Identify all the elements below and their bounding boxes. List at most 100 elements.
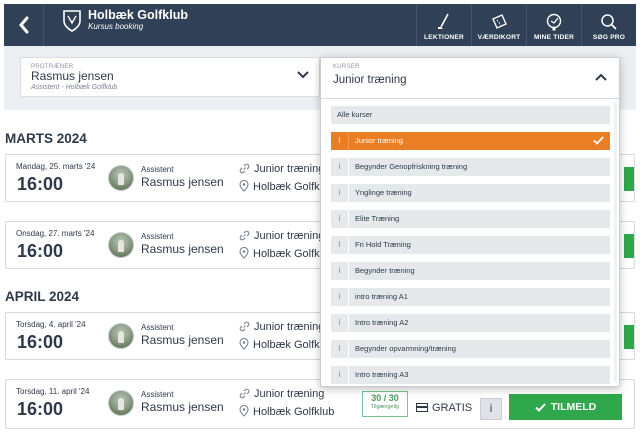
signup-button-edge[interactable] bbox=[624, 234, 634, 258]
session-time: 16:00 bbox=[17, 241, 64, 261]
course-option-label: Junior træning bbox=[355, 136, 403, 145]
capacity-label: Tilgængelig bbox=[370, 404, 400, 410]
session-date: Torsdag, 11. april '24 bbox=[16, 387, 90, 396]
course-option[interactable]: i Begynder Genopfriskning træning bbox=[331, 158, 610, 176]
nav-buttons: LEKTIONER VÆRDIKORT MINE TIDER SØG PRO bbox=[416, 4, 636, 46]
club-brand[interactable]: Holbæk Golfklub Kursus booking bbox=[62, 8, 188, 33]
price-row: GRATIS bbox=[416, 402, 472, 414]
course-name: Junior træning bbox=[254, 388, 325, 400]
dropdown-divider bbox=[321, 98, 619, 99]
course-selected-value: Junior træning bbox=[333, 74, 407, 86]
check-icon bbox=[535, 402, 546, 412]
session-time: 16:00 bbox=[17, 174, 64, 194]
trainer-name: Rasmus jensen bbox=[141, 175, 224, 189]
session-time: 16:00 bbox=[17, 332, 64, 352]
back-button[interactable] bbox=[4, 4, 44, 46]
course-option-label: Intro træning A2 bbox=[355, 318, 409, 327]
course-option[interactable]: i Elite Træning bbox=[331, 210, 610, 228]
course-row: Junior træning bbox=[239, 388, 324, 400]
course-caption: KURSER bbox=[333, 64, 360, 70]
check-icon bbox=[593, 136, 604, 145]
course-option-label: Begynder træning bbox=[355, 266, 415, 275]
month-heading: APRIL 2024 bbox=[5, 289, 80, 304]
course-option[interactable]: i Ynglinge træning bbox=[331, 184, 610, 202]
course-option[interactable]: i Intro træning A3 bbox=[331, 366, 610, 384]
location-pin-icon bbox=[239, 246, 249, 259]
club-crest-icon bbox=[63, 10, 81, 32]
signup-button[interactable]: TILMELD bbox=[509, 394, 622, 420]
info-icon[interactable]: i bbox=[331, 184, 349, 202]
location-pin-icon bbox=[239, 179, 249, 192]
nav-vaerdikort-label: VÆRDIKORT bbox=[477, 34, 521, 41]
info-icon[interactable]: i bbox=[331, 288, 349, 306]
signup-button-edge[interactable] bbox=[624, 325, 634, 349]
info-icon[interactable]: i bbox=[331, 132, 349, 150]
location-name: Holbæk Golfklub bbox=[253, 406, 335, 418]
course-name: Junior træning bbox=[254, 230, 325, 242]
link-icon bbox=[239, 163, 250, 174]
trainer-avatar bbox=[108, 390, 134, 416]
trainer-role: Assistent bbox=[141, 323, 174, 332]
session-date: Onsdag, 27. marts '24 bbox=[16, 229, 95, 238]
course-row: Junior træning bbox=[239, 163, 324, 175]
course-option-label: Intro træning A3 bbox=[355, 370, 409, 379]
course-option-label: Begynder opvarmning/træning bbox=[355, 344, 456, 353]
info-icon[interactable]: i bbox=[331, 158, 349, 176]
info-icon[interactable]: i bbox=[331, 314, 349, 332]
search-icon bbox=[601, 14, 617, 30]
info-button[interactable]: i bbox=[480, 398, 502, 420]
ticket-icon bbox=[492, 14, 507, 29]
top-bar: Holbæk Golfklub Kursus booking LEKTIONER… bbox=[4, 4, 636, 46]
course-option-label: Fri Hold Træning bbox=[355, 240, 411, 249]
nav-soeg-pro-button[interactable]: SØG PRO bbox=[581, 4, 636, 46]
trainer-name: Rasmus jensen bbox=[141, 333, 224, 347]
course-option[interactable]: i Begynder træning bbox=[331, 262, 610, 280]
nav-lektioner-button[interactable]: LEKTIONER bbox=[416, 4, 471, 46]
month-heading: MARTS 2024 bbox=[5, 131, 87, 146]
trainer-avatar bbox=[108, 323, 134, 349]
trainer-role: Assistent bbox=[141, 390, 174, 399]
course-option[interactable]: i Intro træning A2 bbox=[331, 314, 610, 332]
back-arrow-icon bbox=[18, 16, 28, 34]
course-option[interactable]: i intro træning A1 bbox=[331, 288, 610, 306]
trainer-name: Rasmus jensen bbox=[141, 242, 224, 256]
trainer-avatar bbox=[108, 165, 134, 191]
price-label: GRATIS bbox=[432, 402, 473, 414]
info-icon[interactable]: i bbox=[331, 340, 349, 358]
trainer-name: Rasmus jensen bbox=[141, 400, 224, 414]
info-icon[interactable]: i bbox=[331, 210, 349, 228]
signup-button-edge[interactable] bbox=[624, 167, 634, 191]
capacity-count: 30 / 30 bbox=[371, 393, 399, 403]
course-dropdown[interactable]: KURSER Junior træning Alle kurser i Junio… bbox=[320, 57, 620, 387]
nav-mine-tider-button[interactable]: MINE TIDER bbox=[526, 4, 581, 46]
option-all-courses[interactable]: Alle kurser bbox=[331, 106, 610, 124]
session-date: Mandag, 25. marts '24 bbox=[16, 162, 96, 171]
trainer-select[interactable]: PROTRÆNER Rasmus jensen Assistent - Holb… bbox=[20, 57, 320, 97]
course-option-label: Begynder Genopfriskning træning bbox=[355, 162, 468, 171]
session-date: Torsdag, 4. april '24 bbox=[16, 320, 86, 329]
app-subtitle: Kursus booking bbox=[88, 22, 144, 31]
course-option[interactable]: i Begynder opvarmning/træning bbox=[331, 340, 610, 358]
dropdown-scrollbar[interactable] bbox=[614, 102, 617, 382]
trainer-avatar bbox=[108, 232, 134, 258]
course-select[interactable]: KURSER Junior træning bbox=[321, 58, 619, 98]
info-icon[interactable]: i bbox=[331, 236, 349, 254]
link-icon bbox=[239, 321, 250, 332]
trainer-subtext: Assistent - Holbæk Golfklub bbox=[31, 84, 118, 91]
nav-vaerdikort-button[interactable]: VÆRDIKORT bbox=[471, 4, 526, 46]
course-option[interactable]: i Junior træning bbox=[331, 132, 610, 150]
nav-mine-tider-label: MINE TIDER bbox=[533, 34, 575, 41]
club-name: Holbæk Golfklub bbox=[88, 8, 188, 22]
course-name: Junior træning bbox=[254, 163, 325, 175]
course-option[interactable]: i Fri Hold Træning bbox=[331, 236, 610, 254]
link-icon bbox=[239, 230, 250, 241]
info-icon[interactable]: i bbox=[331, 366, 349, 384]
course-row: Junior træning bbox=[239, 321, 324, 333]
golf-club-icon bbox=[438, 13, 449, 29]
wallet-icon bbox=[416, 403, 428, 412]
course-option-label: intro træning A1 bbox=[355, 292, 408, 301]
nav-soeg-pro-label: SØG PRO bbox=[592, 34, 626, 41]
location-row: Holbæk Golfklub bbox=[239, 404, 335, 418]
course-row: Junior træning bbox=[239, 230, 324, 242]
info-icon[interactable]: i bbox=[331, 262, 349, 280]
